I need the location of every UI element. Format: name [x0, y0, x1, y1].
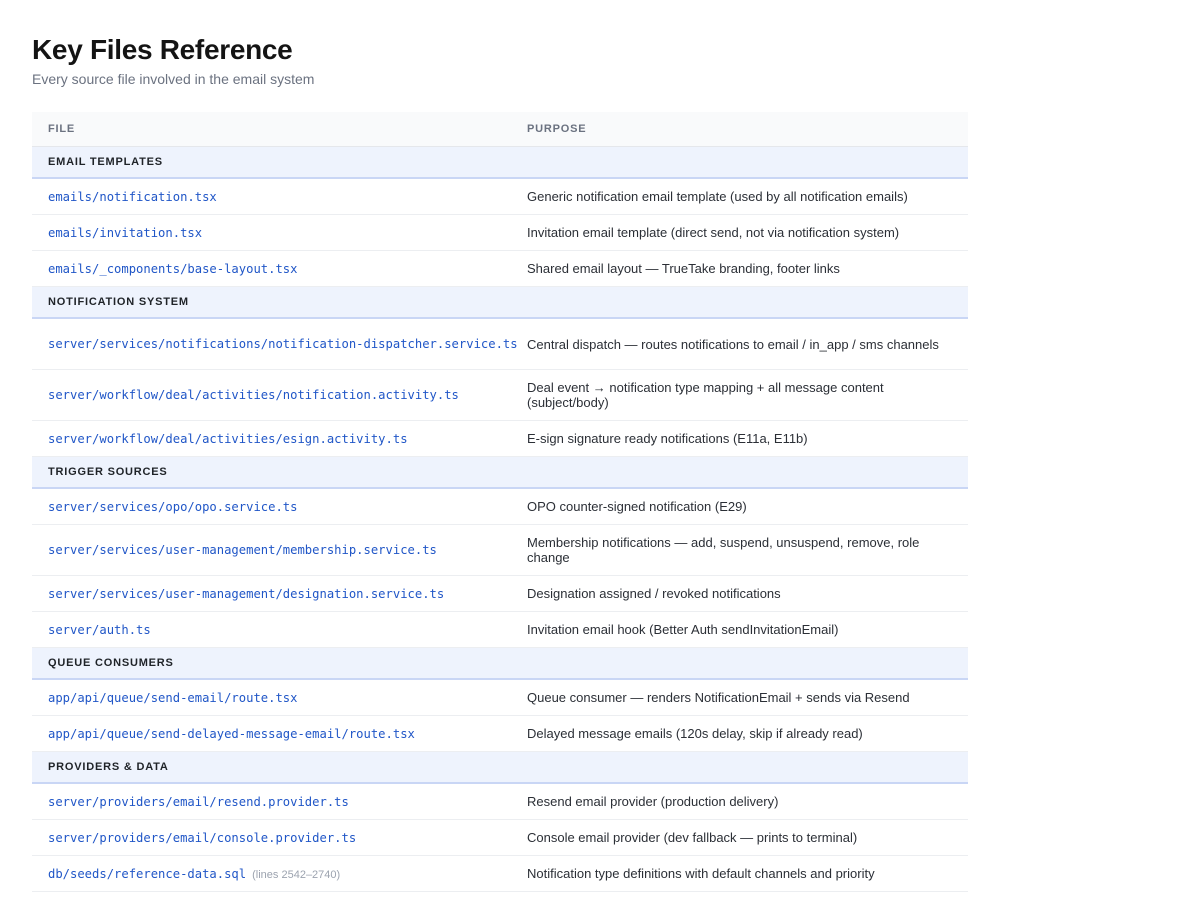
section-providers-data: PROVIDERS & DATA [32, 752, 968, 784]
file-purpose: Notification type definitions with defau… [527, 866, 875, 881]
column-header-file: FILE [48, 123, 76, 135]
table-row: emails/_components/base-layout.tsx Share… [32, 251, 968, 287]
file-path: server/providers/email/resend.provider.t… [48, 794, 349, 809]
table-row: server/services/opo/opo.service.ts OPO c… [32, 489, 968, 525]
key-files-table: FILE PURPOSE EMAIL TEMPLATES emails/noti… [32, 112, 968, 892]
file-path: server/services/notifications/notificati… [48, 337, 518, 351]
table-row: server/providers/email/resend.provider.t… [32, 784, 968, 820]
file-path: server/workflow/deal/activities/esign.ac… [48, 431, 408, 446]
file-purpose: Membership notifications — add, suspend,… [527, 535, 920, 565]
section-trigger-sources: TRIGGER SOURCES [32, 457, 968, 489]
table-row: server/workflow/deal/activities/notifica… [32, 370, 968, 421]
section-label: TRIGGER SOURCES [48, 466, 168, 478]
table-row: emails/invitation.tsx Invitation email t… [32, 215, 968, 251]
section-queue-consumers: QUEUE CONSUMERS [32, 648, 968, 680]
file-path: emails/notification.tsx [48, 189, 217, 204]
table-row: server/workflow/deal/activities/esign.ac… [32, 421, 968, 457]
file-path: db/seeds/reference-data.sql [48, 866, 247, 881]
file-path: app/api/queue/send-email/route.tsx [48, 690, 298, 705]
column-header-purpose: PURPOSE [527, 123, 587, 135]
file-purpose: Central dispatch — routes notifications … [527, 336, 939, 352]
table-row: server/services/user-management/designat… [32, 576, 968, 612]
table-row: server/providers/email/console.provider.… [32, 820, 968, 856]
file-purpose: Deal event → notification type mapping +… [527, 380, 884, 410]
file-purpose: Console email provider (dev fallback — p… [527, 830, 858, 845]
file-path: server/services/user-management/membersh… [48, 543, 437, 557]
file-purpose: Shared email layout — TrueTake branding,… [527, 261, 840, 276]
file-line-range: (lines 2542–2740) [252, 868, 341, 881]
file-purpose: E-sign signature ready notifications (E1… [527, 431, 808, 446]
file-path: server/services/user-management/designat… [48, 586, 445, 601]
table-row: db/seeds/reference-data.sql (lines 2542–2… [32, 856, 968, 892]
table-header: FILE PURPOSE [32, 112, 968, 147]
table-row: server/services/user-management/membersh… [32, 525, 968, 576]
page: Key Files Reference Every source file in… [0, 0, 1185, 892]
section-label: EMAIL TEMPLATES [48, 156, 163, 168]
table-row: emails/notification.tsx Generic notifica… [32, 179, 968, 215]
file-path: app/api/queue/send-delayed-message-email… [48, 726, 415, 741]
file-purpose: Queue consumer — renders NotificationEma… [527, 690, 910, 705]
file-path: server/auth.ts [48, 622, 151, 637]
file-purpose: Invitation email hook (Better Auth sendI… [527, 622, 839, 637]
file-path: emails/_components/base-layout.tsx [48, 261, 298, 276]
table-row: server/services/notifications/notificati… [32, 319, 968, 370]
section-label: PROVIDERS & DATA [48, 761, 169, 773]
table-row: app/api/queue/send-delayed-message-email… [32, 716, 968, 752]
page-title: Key Files Reference [32, 34, 293, 65]
file-purpose: Generic notification email template (use… [527, 189, 908, 204]
page-subtitle: Every source file involved in the email … [32, 71, 315, 87]
file-path: server/workflow/deal/activities/notifica… [48, 388, 459, 402]
table-row: server/auth.ts Invitation email hook (Be… [32, 612, 968, 648]
file-path: server/services/opo/opo.service.ts [48, 499, 298, 514]
file-purpose: Designation assigned / revoked notificat… [527, 586, 781, 601]
file-purpose: Invitation email template (direct send, … [527, 225, 900, 240]
section-email-templates: EMAIL TEMPLATES [32, 147, 968, 179]
section-notification-system: NOTIFICATION SYSTEM [32, 287, 968, 319]
file-purpose: OPO counter-signed notification (E29) [527, 499, 747, 514]
file-path: emails/invitation.tsx [48, 225, 203, 240]
file-path: server/providers/email/console.provider.… [48, 830, 357, 845]
section-label: NOTIFICATION SYSTEM [48, 296, 189, 308]
file-purpose: Resend email provider (production delive… [527, 794, 779, 809]
file-purpose: Delayed message emails (120s delay, skip… [527, 726, 863, 741]
table-row: app/api/queue/send-email/route.tsx Queue… [32, 680, 968, 716]
section-label: QUEUE CONSUMERS [48, 657, 174, 669]
